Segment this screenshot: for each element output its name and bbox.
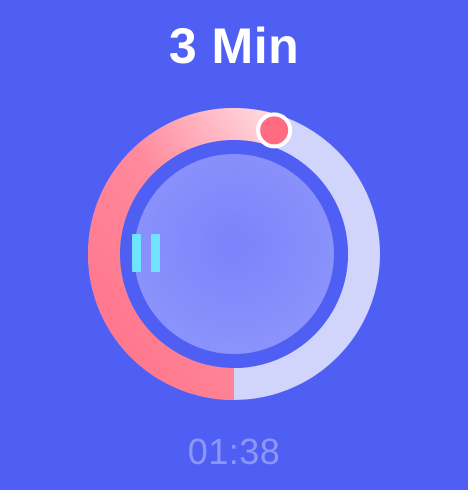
timer-screen: 3 Min 01:38 [0,0,468,490]
elapsed-time-readout: 01:38 [187,431,281,472]
pause-icon-right-bar [151,234,160,272]
pause-icon-left-bar [132,234,141,272]
pause-button[interactable] [132,234,160,272]
pause-icon [132,234,160,272]
timer-duration-title: 3 Min [168,18,300,74]
timer-inner-circle [134,154,334,354]
progress-handle[interactable] [256,112,293,149]
